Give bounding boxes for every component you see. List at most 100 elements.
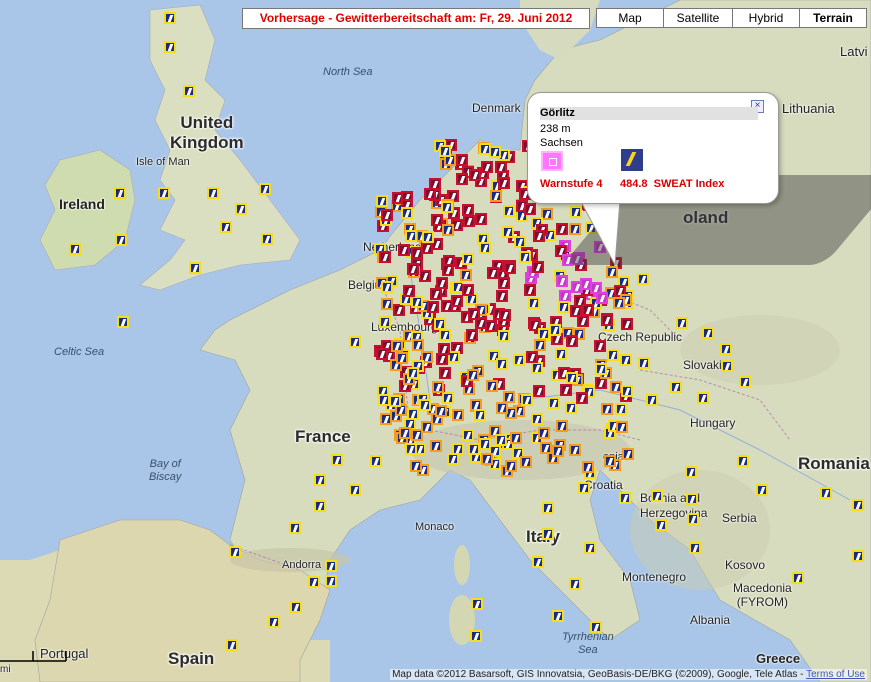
thunderstorm-marker-icon[interactable] xyxy=(380,413,392,425)
thunderstorm-marker-icon[interactable] xyxy=(158,187,170,199)
thunderstorm-marker-icon[interactable] xyxy=(670,381,682,393)
thunderstorm-marker-icon[interactable] xyxy=(490,190,502,202)
thunderstorm-marker-icon[interactable] xyxy=(439,367,451,379)
thunderstorm-marker-icon[interactable] xyxy=(646,394,658,406)
thunderstorm-marker-icon[interactable] xyxy=(555,348,567,360)
thunderstorm-marker-icon[interactable] xyxy=(405,443,417,455)
thunderstorm-marker-icon[interactable] xyxy=(558,301,570,313)
thunderstorm-marker-icon[interactable] xyxy=(259,183,271,195)
thunderstorm-marker-icon[interactable] xyxy=(114,187,126,199)
thunderstorm-marker-icon[interactable] xyxy=(496,358,508,370)
thunderstorm-marker-icon[interactable] xyxy=(510,432,522,444)
thunderstorm-marker-icon[interactable] xyxy=(164,41,176,53)
thunderstorm-marker-icon[interactable] xyxy=(460,269,472,281)
thunderstorm-marker-icon[interactable] xyxy=(526,351,538,363)
thunderstorm-marker-icon[interactable] xyxy=(235,203,247,215)
thunderstorm-marker-icon[interactable] xyxy=(542,528,554,540)
thunderstorm-marker-icon[interactable] xyxy=(379,316,391,328)
thunderstorm-marker-icon[interactable] xyxy=(474,409,486,421)
thunderstorm-marker-icon[interactable] xyxy=(552,610,564,622)
thunderstorm-marker-icon[interactable] xyxy=(685,466,697,478)
thunderstorm-marker-icon[interactable] xyxy=(533,230,545,242)
thunderstorm-marker-icon[interactable] xyxy=(220,221,232,233)
thunderstorm-marker-icon[interactable] xyxy=(576,392,588,404)
thunderstorm-marker-icon[interactable] xyxy=(721,360,733,372)
thunderstorm-marker-icon[interactable] xyxy=(229,546,241,558)
thunderstorm-marker-icon[interactable] xyxy=(584,542,596,554)
thunderstorm-marker-icon[interactable] xyxy=(314,474,326,486)
thunderstorm-marker-icon[interactable] xyxy=(439,329,451,341)
thunderstorm-marker-icon[interactable] xyxy=(447,453,459,465)
thunderstorm-marker-icon[interactable] xyxy=(379,251,391,263)
thunderstorm-marker-icon[interactable] xyxy=(331,454,343,466)
thunderstorm-marker-icon[interactable] xyxy=(442,392,454,404)
thunderstorm-marker-icon[interactable] xyxy=(164,12,176,24)
thunderstorm-marker-icon[interactable] xyxy=(616,421,628,433)
thunderstorm-marker-icon[interactable] xyxy=(412,339,424,351)
thunderstorm-marker-icon[interactable] xyxy=(676,317,688,329)
thunderstorm-marker-icon[interactable] xyxy=(391,340,403,352)
thunderstorm-marker-icon[interactable] xyxy=(349,484,361,496)
thunderstorm-marker-icon[interactable] xyxy=(638,357,650,369)
thunderstorm-marker-icon[interactable] xyxy=(405,230,417,242)
thunderstorm-marker-icon[interactable] xyxy=(687,513,699,525)
thunderstorm-marker-icon[interactable] xyxy=(462,429,474,441)
thunderstorm-marker-icon[interactable] xyxy=(495,434,507,446)
thunderstorm-marker-icon[interactable] xyxy=(566,335,578,347)
thunderstorm-marker-icon[interactable] xyxy=(852,550,864,562)
thunderstorm-marker-icon[interactable] xyxy=(621,318,633,330)
thunderstorm-marker-icon[interactable] xyxy=(439,145,451,157)
thunderstorm-marker-icon[interactable] xyxy=(436,277,448,289)
thunderstorm-marker-icon[interactable] xyxy=(756,484,768,496)
thunderstorm-marker-icon[interactable] xyxy=(613,297,625,309)
thunderstorm-marker-icon[interactable] xyxy=(590,282,602,294)
thunderstorm-marker-icon[interactable] xyxy=(411,429,423,441)
thunderstorm-marker-icon[interactable] xyxy=(498,177,510,189)
thunderstorm-marker-icon[interactable] xyxy=(261,233,273,245)
thunderstorm-marker-icon[interactable] xyxy=(578,482,590,494)
thunderstorm-marker-icon[interactable] xyxy=(376,195,388,207)
thunderstorm-marker-icon[interactable] xyxy=(532,261,544,273)
thunderstorm-marker-icon[interactable] xyxy=(519,251,531,263)
thunderstorm-marker-icon[interactable] xyxy=(601,314,613,326)
thunderstorm-marker-icon[interactable] xyxy=(505,460,517,472)
thunderstorm-marker-icon[interactable] xyxy=(419,399,431,411)
thunderstorm-marker-icon[interactable] xyxy=(325,575,337,587)
thunderstorm-marker-icon[interactable] xyxy=(486,380,498,392)
thunderstorm-marker-icon[interactable] xyxy=(566,372,578,384)
thunderstorm-marker-icon[interactable] xyxy=(349,336,361,348)
thunderstorm-marker-icon[interactable] xyxy=(560,384,572,396)
thunderstorm-marker-icon[interactable] xyxy=(442,224,454,236)
thunderstorm-marker-icon[interactable] xyxy=(534,339,546,351)
thunderstorm-marker-icon[interactable] xyxy=(389,395,401,407)
thunderstorm-marker-icon[interactable] xyxy=(487,267,499,279)
thunderstorm-marker-icon[interactable] xyxy=(601,403,613,415)
thunderstorm-marker-icon[interactable] xyxy=(226,639,238,651)
thunderstorm-marker-icon[interactable] xyxy=(595,363,607,375)
thunderstorm-marker-icon[interactable] xyxy=(470,630,482,642)
thunderstorm-marker-icon[interactable] xyxy=(475,213,487,225)
thunderstorm-marker-icon[interactable] xyxy=(436,353,448,365)
thunderstorm-marker-icon[interactable] xyxy=(115,234,127,246)
thunderstorm-marker-icon[interactable] xyxy=(739,376,751,388)
thunderstorm-marker-icon[interactable] xyxy=(481,161,493,173)
thunderstorm-marker-icon[interactable] xyxy=(290,601,302,613)
thunderstorm-marker-icon[interactable] xyxy=(852,499,864,511)
thunderstorm-marker-icon[interactable] xyxy=(531,413,543,425)
thunderstorm-marker-icon[interactable] xyxy=(540,442,552,454)
thunderstorm-marker-icon[interactable] xyxy=(399,427,411,439)
thunderstorm-marker-icon[interactable] xyxy=(441,201,453,213)
thunderstorm-marker-icon[interactable] xyxy=(720,343,732,355)
thunderstorm-marker-icon[interactable] xyxy=(381,298,393,310)
thunderstorm-marker-icon[interactable] xyxy=(407,408,419,420)
thunderstorm-marker-icon[interactable] xyxy=(502,226,514,238)
map-type-terrain-button[interactable]: Terrain xyxy=(799,8,867,28)
thunderstorm-marker-icon[interactable] xyxy=(69,243,81,255)
thunderstorm-marker-icon[interactable] xyxy=(504,262,516,274)
thunderstorm-marker-icon[interactable] xyxy=(396,352,408,364)
thunderstorm-marker-icon[interactable] xyxy=(542,502,554,514)
thunderstorm-marker-icon[interactable] xyxy=(314,500,326,512)
map-type-map-button[interactable]: Map xyxy=(596,8,664,28)
thunderstorm-marker-icon[interactable] xyxy=(117,316,129,328)
thunderstorm-marker-icon[interactable] xyxy=(496,402,508,414)
